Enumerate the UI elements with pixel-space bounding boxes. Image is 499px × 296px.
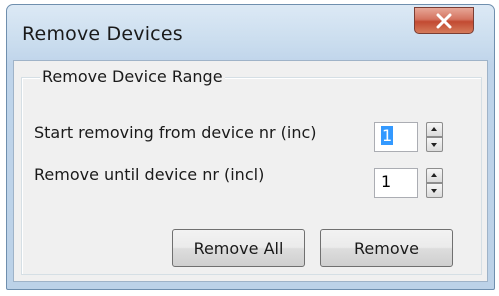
remove-all-button[interactable]: Remove All — [172, 229, 305, 267]
close-icon — [436, 13, 452, 29]
remove-button[interactable]: Remove — [320, 229, 453, 267]
start-spin-up-button[interactable] — [426, 122, 443, 137]
close-button[interactable] — [414, 7, 474, 34]
end-device-value: 1 — [381, 172, 392, 191]
end-device-input[interactable]: 1 — [374, 168, 418, 198]
start-device-label: Start removing from device nr (inc) — [34, 123, 317, 142]
dialog-body: Remove Device Range Start removing from … — [13, 60, 488, 282]
start-device-spinner[interactable] — [426, 122, 443, 152]
dialog-window: Remove Devices Remove Device Range Start… — [6, 4, 495, 290]
end-device-spinner[interactable] — [426, 168, 443, 198]
remove-device-range-group: Remove Device Range Start removing from … — [21, 67, 482, 275]
start-spin-down-button[interactable] — [426, 137, 443, 152]
end-spin-down-button[interactable] — [426, 183, 443, 198]
window-title: Remove Devices — [22, 23, 183, 45]
group-label: Remove Device Range — [40, 67, 225, 86]
end-spin-up-button[interactable] — [426, 168, 443, 183]
start-device-input[interactable]: 1 — [374, 122, 418, 152]
end-device-label: Remove until device nr (incl) — [34, 165, 265, 184]
start-device-value: 1 — [381, 126, 394, 145]
